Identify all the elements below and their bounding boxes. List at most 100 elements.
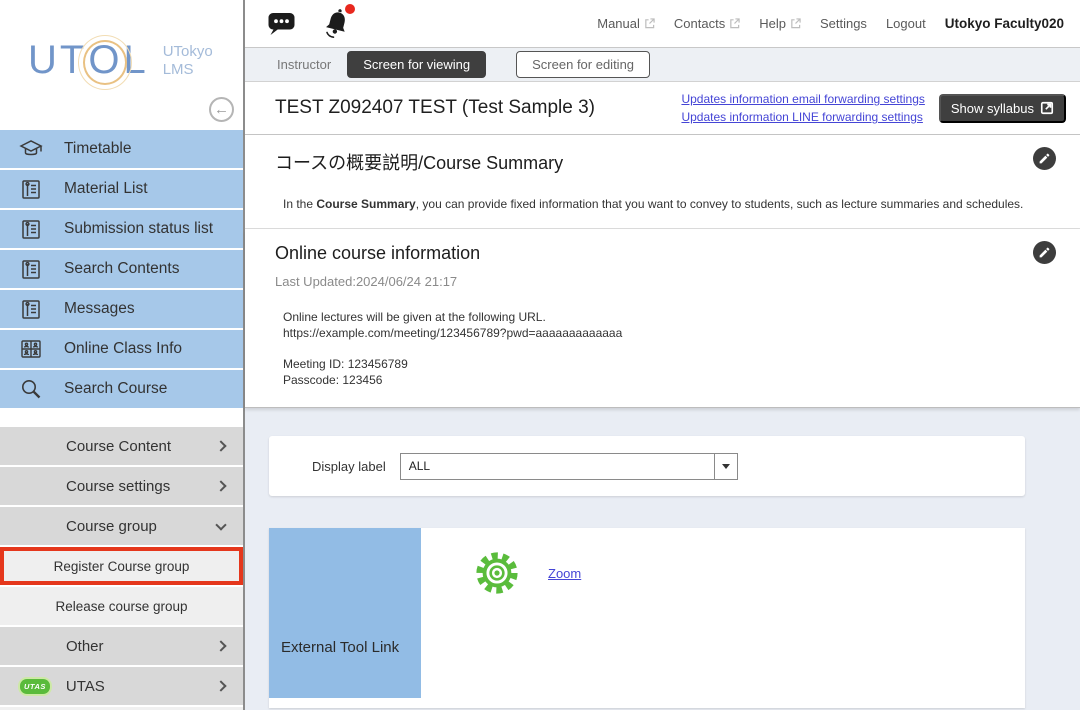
external-link-icon — [644, 18, 655, 29]
pencil-icon — [1038, 246, 1051, 259]
sidebar-group-course-group[interactable]: Course group — [0, 507, 243, 545]
meeting-url: https://example.com/meeting/123456789?pw… — [283, 325, 1050, 341]
logo-o-ring: O — [87, 38, 123, 83]
sidebar-group-course-content[interactable]: Course Content — [0, 427, 243, 465]
group-label: UTAS — [66, 678, 105, 695]
sidebar-item-release-course-group[interactable]: Release course group — [0, 587, 243, 625]
group-label: Course group — [66, 518, 157, 535]
show-syllabus-button[interactable]: Show syllabus — [939, 94, 1066, 123]
select-value: ALL — [401, 459, 714, 473]
online-lecture-note: Online lectures will be given at the fol… — [283, 309, 1050, 325]
messages-chat-icon[interactable] — [267, 10, 297, 37]
sidebar-item-label: Timetable — [64, 140, 131, 158]
sidebar-collapse-button[interactable]: ← — [209, 97, 234, 122]
external-tool-category-label: External Tool Link — [281, 639, 399, 656]
sidebar-item-label: Material List — [64, 180, 148, 198]
sub-item-label: Register Course group — [54, 559, 190, 574]
logo-area: UTOL UTokyo LMS ← — [0, 0, 243, 130]
utas-logo-icon: UTAS — [20, 679, 50, 694]
video-grid-icon — [16, 337, 46, 361]
course-summary-section: コースの概要説明/Course Summary In the Course Su… — [245, 135, 1080, 229]
top-bar: Manual Contacts Help Settings Logout Uto… — [245, 0, 1080, 48]
sidebar-item-label: Search Course — [64, 380, 167, 398]
sidebar-item-search-contents[interactable]: Search Contents — [0, 250, 243, 288]
arrow-left-icon: ← — [214, 101, 229, 118]
sidebar-group-course-settings[interactable]: Course settings — [0, 467, 243, 505]
display-label-text: Display label — [312, 459, 386, 474]
content-lower-area: Display label ALL External Tool Link — [245, 408, 1080, 710]
sidebar-group-utas[interactable]: UTAS UTAS — [0, 667, 243, 705]
display-label-card: Display label ALL — [269, 436, 1025, 496]
utol-logo: UTOL — [28, 38, 149, 83]
external-tool-category-box: External Tool Link — [269, 528, 421, 698]
chevron-right-icon — [215, 640, 226, 651]
meeting-id: Meeting ID: 123456789 — [283, 356, 1050, 372]
edit-course-summary-button[interactable] — [1033, 147, 1056, 170]
online-course-info-section: Online course information Last Updated:2… — [245, 229, 1080, 408]
caret-down-icon — [722, 464, 730, 469]
course-summary-heading: コースの概要説明/Course Summary — [275, 149, 1050, 175]
email-forwarding-settings-link[interactable]: Updates information email forwarding set… — [681, 91, 924, 107]
logo-subtitle: UTokyo LMS — [163, 43, 213, 78]
sidebar-item-search-course[interactable]: Search Course — [0, 370, 243, 408]
zoom-tool-link[interactable]: Zoom — [548, 566, 581, 581]
group-label: Other — [66, 638, 104, 655]
mode-bar: Instructor Screen for viewing Screen for… — [245, 48, 1080, 82]
contacts-link[interactable]: Contacts — [674, 16, 740, 31]
document-list-icon — [16, 217, 46, 241]
external-link-icon — [1040, 101, 1054, 115]
external-link-icon — [729, 18, 740, 29]
course-header: TEST Z092407 TEST (Test Sample 3) Update… — [245, 82, 1080, 135]
online-course-info-body: Online lectures will be given at the fol… — [283, 309, 1050, 388]
group-label: Course settings — [66, 478, 170, 495]
sub-item-label: Release course group — [55, 599, 187, 614]
main-area: Manual Contacts Help Settings Logout Uto… — [245, 0, 1080, 710]
sidebar-item-label: Search Contents — [64, 260, 179, 278]
chevron-down-icon — [215, 519, 226, 530]
sidebar-nav: Timetable Material List Submission statu… — [0, 130, 243, 410]
external-tool-row: External Tool Link Zoom — [269, 528, 1025, 708]
sidebar-item-label: Online Class Info — [64, 340, 182, 358]
line-forwarding-settings-link[interactable]: Updates information LINE forwarding sett… — [681, 109, 924, 125]
screen-for-viewing-button[interactable]: Screen for viewing — [347, 51, 486, 78]
user-name: Utokyo Faculty020 — [945, 16, 1064, 31]
chevron-right-icon — [215, 440, 226, 451]
help-link[interactable]: Help — [759, 16, 801, 31]
online-course-info-heading: Online course information — [275, 243, 1050, 264]
screen-for-editing-button[interactable]: Screen for editing — [516, 51, 650, 78]
chevron-right-icon — [215, 480, 226, 491]
external-link-icon — [790, 18, 801, 29]
sidebar-item-submission-status[interactable]: Submission status list — [0, 210, 243, 248]
sidebar-item-timetable[interactable]: Timetable — [0, 130, 243, 168]
pencil-icon — [1038, 152, 1051, 165]
passcode: Passcode: 123456 — [283, 372, 1050, 388]
sidebar-item-messages[interactable]: Messages — [0, 290, 243, 328]
document-list-icon — [16, 177, 46, 201]
sidebar: UTOL UTokyo LMS ← Timetable Material Lis… — [0, 0, 245, 710]
group-label: Course Content — [66, 438, 171, 455]
graduation-cap-icon — [16, 137, 46, 161]
last-updated-text: Last Updated:2024/06/24 21:17 — [275, 274, 1050, 289]
search-icon — [16, 377, 46, 401]
manual-link[interactable]: Manual — [597, 16, 655, 31]
document-list-icon — [16, 257, 46, 281]
sidebar-item-online-class-info[interactable]: Online Class Info — [0, 330, 243, 368]
chevron-right-icon — [215, 680, 226, 691]
role-label: Instructor — [277, 57, 331, 72]
sidebar-item-label: Messages — [64, 300, 135, 318]
sidebar-group-other[interactable]: Other — [0, 627, 243, 665]
course-summary-body: In the Course Summary, you can provide f… — [283, 197, 1050, 212]
settings-link[interactable]: Settings — [820, 16, 867, 31]
sidebar-item-register-course-group[interactable]: Register Course group — [0, 547, 243, 585]
notification-dot — [345, 4, 355, 14]
logout-link[interactable]: Logout — [886, 16, 926, 31]
course-title: TEST Z092407 TEST (Test Sample 3) — [275, 97, 595, 119]
notification-bell-icon[interactable] — [321, 7, 353, 41]
sidebar-item-material-list[interactable]: Material List — [0, 170, 243, 208]
gear-icon — [474, 550, 520, 596]
display-label-select[interactable]: ALL — [400, 453, 738, 480]
edit-online-course-info-button[interactable] — [1033, 241, 1056, 264]
sidebar-item-label: Submission status list — [64, 220, 213, 238]
select-dropdown-button[interactable] — [714, 454, 737, 479]
sidebar-gap — [0, 410, 243, 427]
